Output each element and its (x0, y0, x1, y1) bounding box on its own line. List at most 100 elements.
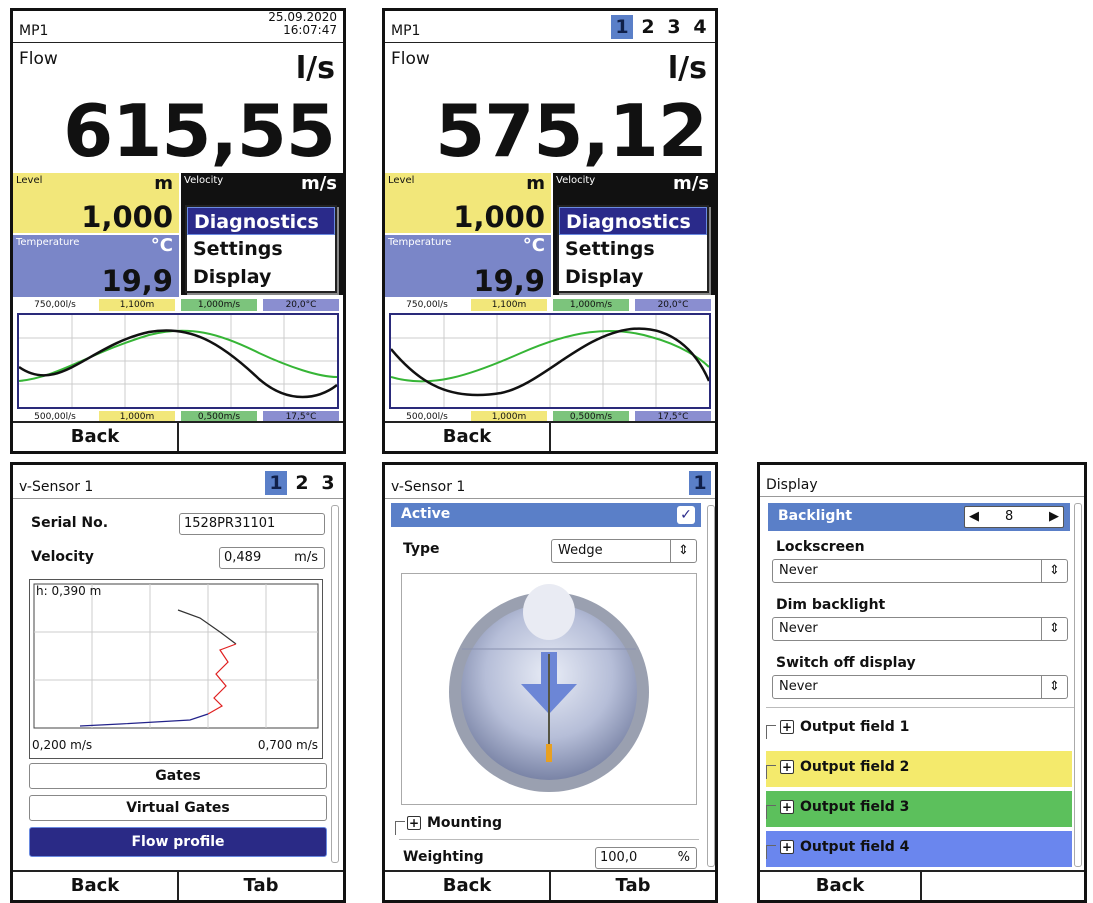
dim-backlight-label: Dim backlight (776, 597, 886, 613)
output-field-3-row[interactable]: + Output field 3 (766, 791, 1072, 827)
type-select[interactable]: Wedge ⇕ (551, 539, 697, 563)
velocity-unit: m/s (672, 173, 709, 194)
tab-4[interactable]: 4 (689, 15, 711, 39)
arrow-right-icon[interactable]: ▶ (1049, 509, 1059, 524)
mounting-expander[interactable]: + Mounting (407, 815, 502, 831)
softkey-right[interactable] (920, 872, 1084, 900)
level-value: 1,000 (81, 200, 173, 233)
menu-item-display[interactable]: Display (187, 263, 335, 291)
temperature-max: 20,0°C (263, 299, 339, 311)
output-field-3-expander[interactable]: + Output field 3 (780, 799, 909, 815)
scrollbar[interactable] (1074, 503, 1082, 867)
trend-svg (18, 315, 338, 407)
header-bar: v-Sensor 1 1 2 3 (13, 465, 343, 499)
page-tabs: 1 2 3 (265, 471, 339, 495)
temperature-unit: °C (150, 235, 173, 256)
tab-1[interactable]: 1 (689, 471, 711, 495)
level-label: Level (388, 175, 415, 186)
page-tabs: 1 (689, 471, 711, 495)
menu-item-display[interactable]: Display (559, 263, 707, 291)
switch-off-value: Never (779, 679, 818, 694)
backlight-spinner[interactable]: ◀ 8 ▶ (964, 506, 1064, 528)
serial-label: Serial No. (31, 515, 109, 531)
temperature-field[interactable]: Temperature °C 19,9 (13, 235, 179, 297)
divider (766, 707, 1074, 708)
temperature-value: 19,9 (101, 264, 173, 297)
display-title: Display (766, 477, 818, 493)
flow-profile-button[interactable]: Flow profile (29, 827, 327, 857)
back-button[interactable]: Back (385, 872, 549, 900)
output-field-4-row[interactable]: + Output field 4 (766, 831, 1072, 867)
main-display-screen: MP1 25.09.2020 16:07:47 Flow l/s 615,55 … (10, 8, 346, 454)
scrollbar[interactable] (331, 505, 339, 863)
arrow-left-icon[interactable]: ◀ (969, 509, 979, 524)
display-settings-screen: Display Backlight ◀ 8 ▶ Lockscreen Never… (757, 462, 1087, 903)
velocity-max: 1,000m/s (181, 299, 257, 311)
temperature-field[interactable]: Temperature °C 19,9 (385, 235, 551, 297)
output-field-4-expander[interactable]: + Output field 4 (780, 839, 909, 855)
updown-icon: ⇕ (1041, 676, 1067, 698)
mounting-label: Mounting (427, 815, 502, 831)
trend-chart (17, 313, 339, 409)
tab-1[interactable]: 1 (265, 471, 287, 495)
level-max: 1,100m (471, 299, 547, 311)
flow-max: 750,00l/s (17, 299, 93, 311)
lockscreen-select[interactable]: Never ⇕ (772, 559, 1068, 583)
gates-button[interactable]: Gates (29, 763, 327, 789)
level-label: Level (16, 175, 43, 186)
temperature-max: 20,0°C (635, 299, 711, 311)
output-field-1-expander[interactable]: + Output field 1 (780, 719, 909, 735)
active-checkbox[interactable]: ✓ (677, 506, 695, 524)
flow-label: Flow (391, 49, 430, 69)
level-field[interactable]: Level m 1,000 (13, 173, 179, 233)
backlight-label: Backlight (778, 508, 853, 524)
level-unit: m (526, 173, 545, 194)
back-button[interactable]: Back (385, 423, 549, 451)
temperature-label: Temperature (388, 237, 452, 248)
page-tabs: 1 2 3 4 (611, 15, 711, 39)
lockscreen-value: Never (779, 563, 818, 578)
softkey-bar: Back Tab (385, 870, 715, 900)
output-field-2-row[interactable]: + Output field 2 (766, 751, 1072, 787)
weighting-field[interactable]: 100,0 % (595, 847, 697, 869)
weighting-value: 100,0 (600, 850, 638, 865)
level-unit: m (154, 173, 173, 194)
temperature-label: Temperature (16, 237, 80, 248)
output-field-1-row[interactable]: + Output field 1 (766, 711, 1072, 747)
softkey-right[interactable] (549, 423, 715, 451)
tab-2[interactable]: 2 (637, 15, 659, 39)
sensor-diagnostics-screen: v-Sensor 1 1 2 3 Serial No. 1528PR31101 … (10, 462, 346, 903)
output-field-2-expander[interactable]: + Output field 2 (780, 759, 909, 775)
scrollbar[interactable] (707, 505, 715, 867)
tab-3[interactable]: 3 (663, 15, 685, 39)
profile-line-lower (79, 713, 209, 727)
weighting-unit: % (677, 850, 690, 865)
tab-button[interactable]: Tab (177, 872, 343, 900)
virtual-gates-button[interactable]: Virtual Gates (29, 795, 327, 821)
menu-item-settings[interactable]: Settings (187, 235, 335, 263)
softkey-bar: Back Tab (13, 870, 343, 900)
backlight-row[interactable]: Backlight ◀ 8 ▶ (768, 503, 1070, 531)
flow-value: 575,12 (435, 89, 708, 173)
lockscreen-label: Lockscreen (776, 539, 865, 555)
back-button[interactable]: Back (13, 423, 177, 451)
softkey-right[interactable] (177, 423, 343, 451)
menu-item-diagnostics[interactable]: Diagnostics (187, 207, 335, 235)
tab-3[interactable]: 3 (317, 471, 339, 495)
divider (399, 839, 699, 840)
menu-item-diagnostics[interactable]: Diagnostics (559, 207, 707, 235)
output-field-3-label: Output field 3 (800, 799, 910, 815)
level-field[interactable]: Level m 1,000 (385, 173, 551, 233)
tab-button[interactable]: Tab (549, 872, 715, 900)
back-button[interactable]: Back (13, 872, 177, 900)
type-value: Wedge (558, 543, 603, 558)
back-button[interactable]: Back (760, 872, 920, 900)
switch-off-select[interactable]: Never ⇕ (772, 675, 1068, 699)
dim-backlight-select[interactable]: Never ⇕ (772, 617, 1068, 641)
tab-2[interactable]: 2 (291, 471, 313, 495)
chart-scale-max: 750,00l/s 1,100m 1,000m/s 20,0°C (389, 299, 711, 311)
tab-1[interactable]: 1 (611, 15, 633, 39)
sensor-title: v-Sensor 1 (19, 479, 94, 495)
active-row[interactable]: Active ✓ (391, 503, 701, 527)
menu-item-settings[interactable]: Settings (559, 235, 707, 263)
